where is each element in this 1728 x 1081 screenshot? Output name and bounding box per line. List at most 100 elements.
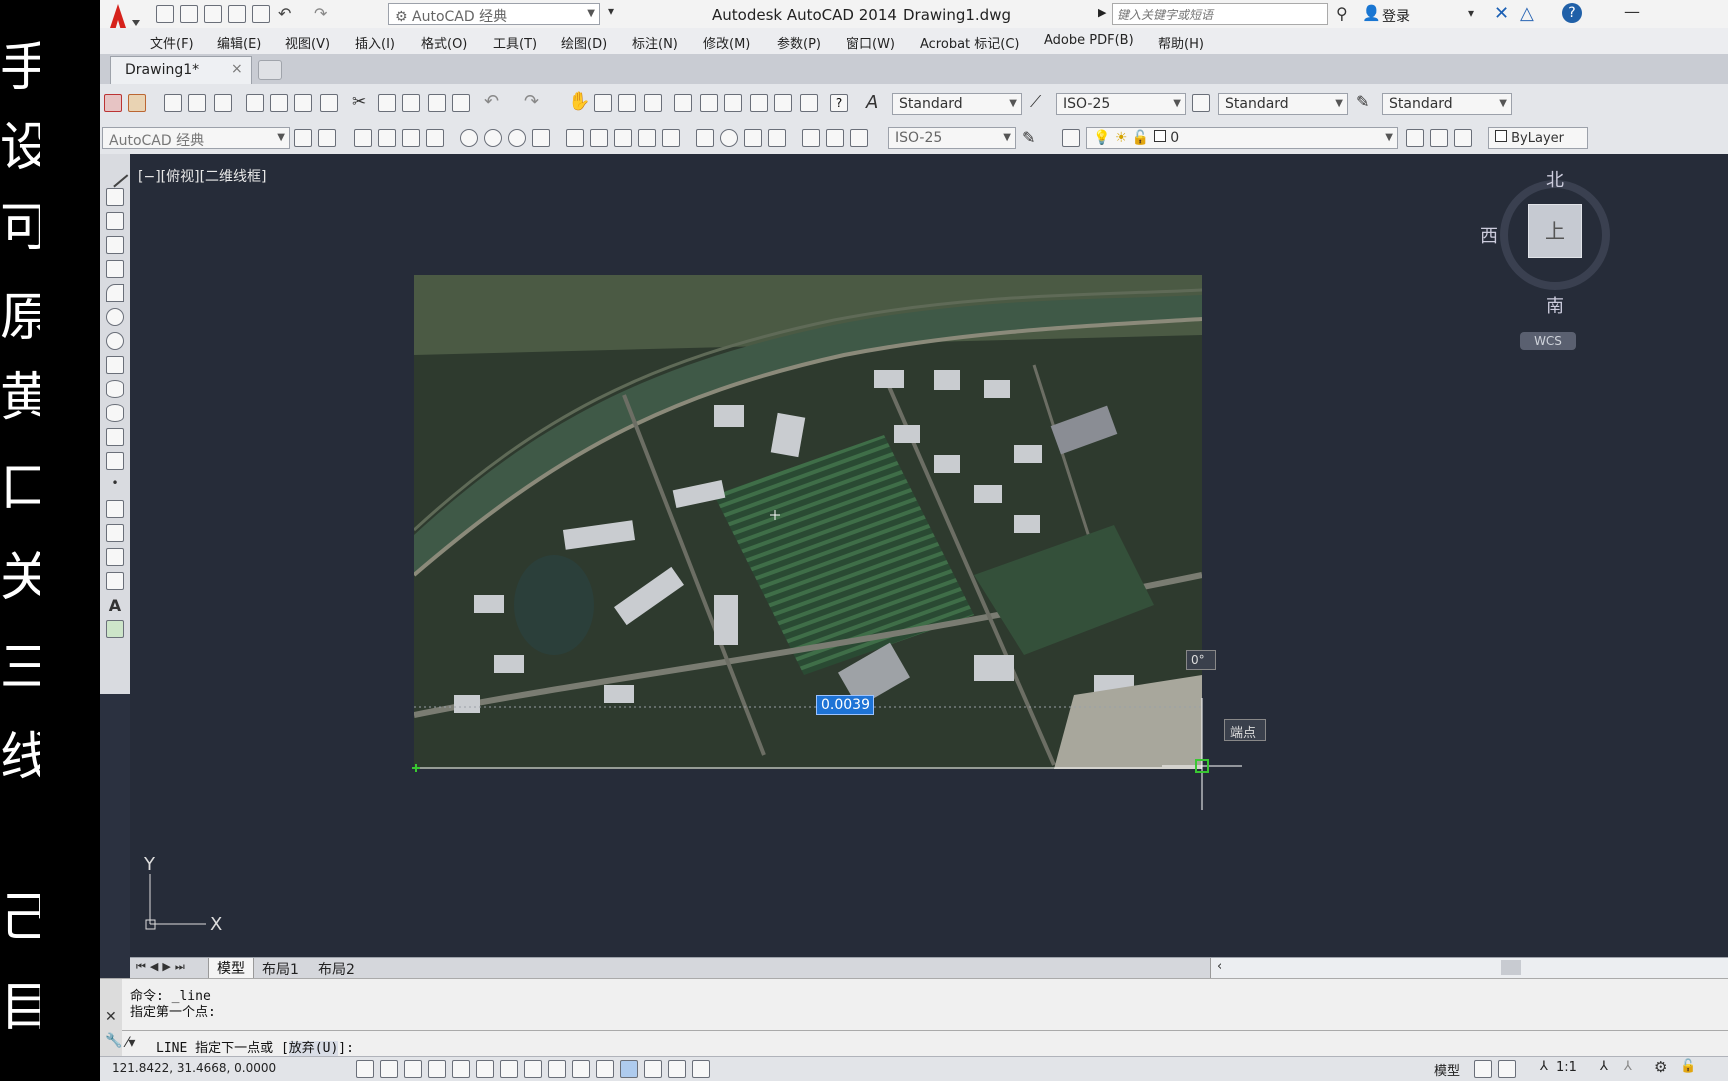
scroll-left-icon[interactable]: ‹: [1217, 959, 1222, 974]
customize-command-icon[interactable]: 🔧: [105, 1033, 122, 1049]
sheet-set-icon[interactable]: [750, 94, 768, 112]
plot-icon[interactable]: [246, 94, 264, 112]
region-icon[interactable]: [106, 548, 124, 566]
binoculars-icon[interactable]: ⚲: [1336, 4, 1348, 23]
horizontal-scrollbar[interactable]: ‹: [1210, 958, 1728, 978]
properties-icon[interactable]: [674, 94, 692, 112]
redo-icon[interactable]: ↷: [314, 4, 327, 23]
viewcube-top-face[interactable]: 上: [1528, 204, 1582, 258]
insert-block-icon[interactable]: [106, 428, 124, 446]
layout-nav-arrows[interactable]: ⏮◀▶⏭: [136, 960, 189, 974]
jogged-linear-icon[interactable]: [768, 129, 786, 147]
qnew-icon[interactable]: [164, 94, 182, 112]
linear-dim-icon[interactable]: [354, 129, 372, 147]
close-command-icon[interactable]: ✕: [105, 1009, 117, 1025]
dynamic-ucs-icon[interactable]: [548, 1060, 566, 1078]
redo-tool-icon[interactable]: ↷: [524, 91, 539, 112]
dim-style-manager-icon[interactable]: ✎: [1022, 128, 1035, 147]
menu-edit[interactable]: 编辑(E): [217, 33, 261, 52]
menu-modify[interactable]: 修改(M): [703, 33, 750, 52]
polygon-icon[interactable]: [106, 236, 124, 254]
toolbar-lock-icon[interactable]: 🔓: [1680, 1059, 1696, 1074]
zoom-window-icon[interactable]: [618, 94, 636, 112]
tool-palettes-icon[interactable]: [724, 94, 742, 112]
quick-properties-icon[interactable]: [644, 1060, 662, 1078]
construction-line-icon[interactable]: [106, 188, 124, 206]
block-editor-icon[interactable]: [452, 94, 470, 112]
app-menu-button[interactable]: [102, 0, 142, 34]
dim-style-toolbar-select[interactable]: ISO-25 ▼: [888, 127, 1016, 149]
zoom-previous-icon[interactable]: [644, 94, 662, 112]
dim-space-icon[interactable]: [638, 129, 656, 147]
new-tab-button[interactable]: [258, 60, 282, 80]
save-as-icon[interactable]: [228, 5, 246, 23]
radius-dim-icon[interactable]: [460, 129, 478, 147]
snap-mode-icon[interactable]: [380, 1060, 398, 1078]
ellipse-arc-icon[interactable]: [106, 404, 124, 422]
zoom-realtime-icon[interactable]: [594, 94, 612, 112]
exchange-icon[interactable]: ✕: [1494, 3, 1509, 24]
line-icon[interactable]: [101, 160, 129, 188]
mleader-style-select[interactable]: Standard ▼: [1382, 93, 1512, 115]
make-block-icon[interactable]: [106, 452, 124, 470]
search-input[interactable]: [1115, 5, 1319, 25]
viewcube[interactable]: 上 北 南 西 WCS: [1480, 170, 1620, 360]
login-link[interactable]: 登录: [1382, 6, 1410, 26]
layer-properties-icon[interactable]: [1062, 129, 1080, 147]
menu-file[interactable]: 文件(F): [150, 33, 194, 52]
markup-icon[interactable]: [774, 94, 792, 112]
dynamic-input-icon[interactable]: [572, 1060, 590, 1078]
circle-icon[interactable]: [106, 308, 124, 326]
layer-select[interactable]: 💡 ☀ 🔓 0 ▼: [1086, 127, 1398, 149]
object-snap-icon[interactable]: [476, 1060, 494, 1078]
quick-view-layouts-icon[interactable]: [1474, 1060, 1492, 1078]
quick-view-drawings-icon[interactable]: [1498, 1060, 1516, 1078]
aligned-dim-icon[interactable]: [378, 129, 396, 147]
infer-constraints-icon[interactable]: [356, 1060, 374, 1078]
tab-layout1[interactable]: 布局1: [262, 959, 299, 979]
table-style-select[interactable]: Standard ▼: [1218, 93, 1348, 115]
gradient-icon[interactable]: [106, 524, 124, 542]
customize-qat-icon[interactable]: ▾: [608, 4, 614, 18]
help-icon[interactable]: ?: [1562, 3, 1582, 23]
dim-edit-icon[interactable]: [802, 129, 820, 147]
pan-icon[interactable]: ✋: [568, 91, 590, 112]
lineweight-icon[interactable]: [596, 1060, 614, 1078]
cut-icon[interactable]: ✂: [352, 92, 366, 112]
search-expand-icon[interactable]: ▶: [1098, 6, 1106, 19]
copy-icon[interactable]: [378, 94, 396, 112]
viewcube-south[interactable]: 南: [1546, 292, 1564, 318]
annotation-scale-icon[interactable]: ⅄: [1540, 1059, 1548, 1074]
viewport-controls-label[interactable]: [−][俯视][二维线框]: [138, 166, 267, 186]
plot-preview-icon[interactable]: [270, 94, 288, 112]
minimize-icon[interactable]: —: [1624, 2, 1640, 21]
viewcube-north[interactable]: 北: [1546, 166, 1564, 192]
inspection-icon[interactable]: [744, 129, 762, 147]
match-properties-icon[interactable]: [428, 94, 446, 112]
drawing-area[interactable]: [−][俯视][二维线框] 0.0039 0° 端点 上 北 南 西 WCS Y…: [130, 154, 1728, 957]
menu-acrobat[interactable]: Acrobat 标记(C): [920, 33, 1020, 52]
search-box[interactable]: [1112, 3, 1328, 25]
viewcube-west[interactable]: 西: [1480, 222, 1498, 248]
add-selected-icon[interactable]: [106, 620, 124, 638]
dim-style-select[interactable]: ISO-25 ▼: [1056, 93, 1186, 115]
menu-tools[interactable]: 工具(T): [493, 33, 537, 52]
command-icon[interactable]: ⁄▾: [126, 1035, 135, 1051]
command-line-grip[interactable]: ✕ 🔧: [100, 979, 122, 1057]
menu-dimension[interactable]: 标注(N): [632, 33, 678, 52]
center-mark-icon[interactable]: [720, 129, 738, 147]
rectangle-icon[interactable]: [106, 260, 124, 278]
point-icon[interactable]: •: [106, 476, 124, 494]
open-icon[interactable]: [180, 5, 198, 23]
new-icon[interactable]: [156, 5, 174, 23]
dynamic-input-length[interactable]: 0.0039: [816, 695, 874, 715]
mtext-icon[interactable]: A: [106, 596, 124, 615]
transparency-icon[interactable]: [620, 1060, 638, 1078]
annotation-visibility-icon[interactable]: ⅄: [1600, 1059, 1608, 1074]
tolerance-icon[interactable]: [696, 129, 714, 147]
coordinates-readout[interactable]: 121.8422, 31.4668, 0.0000: [112, 1061, 276, 1075]
baseline-dim-icon[interactable]: [590, 129, 608, 147]
pdf-settings-icon[interactable]: [128, 94, 146, 112]
arc-icon[interactable]: [106, 284, 124, 302]
annotation-scale[interactable]: 1:1: [1556, 1060, 1577, 1075]
